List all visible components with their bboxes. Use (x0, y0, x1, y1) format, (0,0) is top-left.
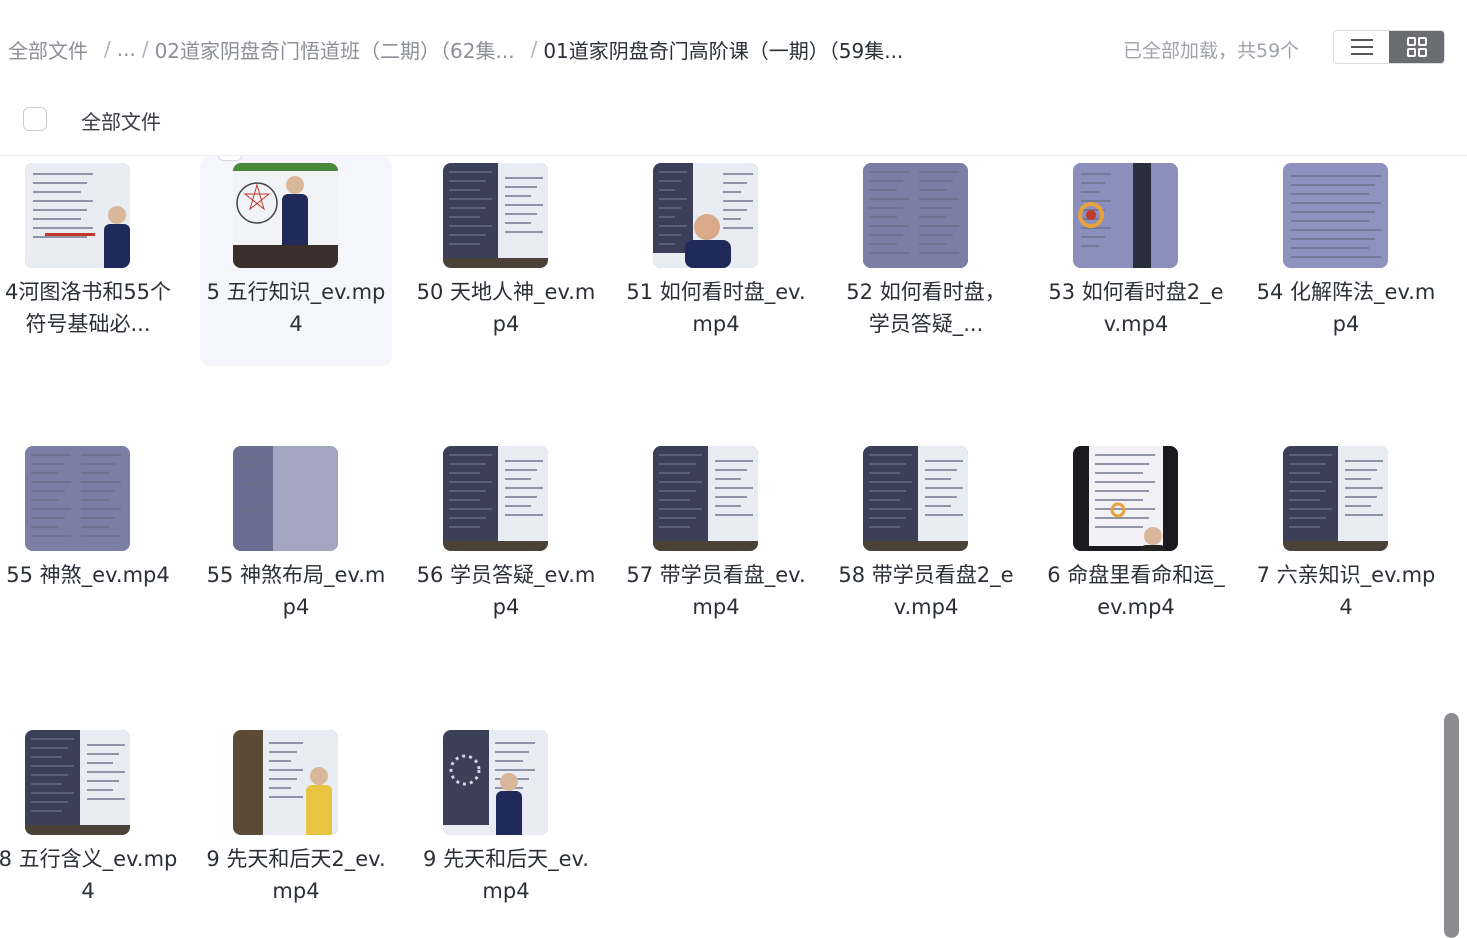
view-toggle (1333, 30, 1445, 64)
file-item[interactable]: 52 如何看时盘，学员答疑_... (830, 156, 1022, 366)
file-item[interactable]: 55 神煞布局_ev.mp4 (200, 439, 392, 649)
video-thumbnail[interactable] (1283, 163, 1388, 268)
scrollbar-thumb[interactable] (1444, 713, 1459, 938)
video-thumbnail[interactable] (1073, 163, 1178, 268)
file-name[interactable]: 6 命盘里看命和运_ev.mp4 (1046, 559, 1226, 623)
breadcrumb-item-ellipsis[interactable]: ... (117, 37, 136, 61)
file-name[interactable]: 53 如何看时盘2_ev.mp4 (1046, 276, 1226, 340)
file-name[interactable]: 51 如何看时盘_ev.mp4 (626, 276, 806, 340)
video-thumbnail[interactable] (1283, 446, 1388, 551)
video-thumbnail[interactable] (233, 163, 338, 268)
list-header (0, 84, 1467, 156)
breadcrumb-item-current: 01道家阴盘奇门高阶课（一期）（59集... (543, 38, 904, 63)
file-item[interactable]: 8 五行含义_ev.mp4 (0, 723, 184, 933)
file-name[interactable]: 57 带学员看盘_ev.mp4 (626, 559, 806, 623)
video-thumbnail[interactable] (233, 446, 338, 551)
video-thumbnail[interactable] (25, 730, 130, 835)
file-name[interactable]: 9 先天和后天_ev.mp4 (416, 843, 596, 907)
file-item[interactable]: 50 天地人神_ev.mp4 (410, 156, 602, 366)
breadcrumb: 全部文件 / ... / 02道家阴盘奇门悟道班（二期）（62集... / 01… (8, 34, 903, 64)
file-item[interactable]: 9 先天和后天2_ev.mp4 (200, 723, 392, 933)
file-item[interactable]: 5 五行知识_ev.mp4 (200, 156, 392, 366)
file-grid: 4河图洛书和55个符号基础必... 5 五行知识_ev.mp4 50 天地人神_ev… (0, 156, 1440, 938)
file-name[interactable]: 8 五行含义_ev.mp4 (0, 843, 178, 907)
breadcrumb-item-parent[interactable]: 02道家阴盘奇门悟道班（二期）（62集... (155, 35, 515, 64)
top-bar: 全部文件 / ... / 02道家阴盘奇门悟道班（二期）（62集... / 01… (0, 0, 1467, 85)
file-item[interactable]: 51 如何看时盘_ev.mp4 (620, 156, 812, 366)
video-thumbnail[interactable] (443, 163, 548, 268)
file-name[interactable]: 50 天地人神_ev.mp4 (416, 276, 596, 340)
file-item[interactable]: 9 先天和后天_ev.mp4 (410, 723, 602, 933)
file-name[interactable]: 54 化解阵法_ev.mp4 (1256, 276, 1436, 340)
file-item[interactable]: 55 神煞_ev.mp4 (0, 439, 184, 649)
load-status: 已全部加载，共59个 (1123, 40, 1300, 62)
list-icon (1350, 39, 1373, 55)
grid-view-button[interactable] (1389, 31, 1444, 63)
video-thumbnail[interactable] (233, 730, 338, 835)
video-thumbnail[interactable] (25, 446, 130, 551)
file-select-checkbox[interactable] (218, 156, 242, 161)
file-name[interactable]: 55 神煞布局_ev.mp4 (206, 559, 386, 623)
video-thumbnail[interactable] (25, 163, 130, 268)
list-header-label: 全部文件 (81, 110, 161, 134)
video-thumbnail[interactable] (1073, 446, 1178, 551)
file-item[interactable]: 57 带学员看盘_ev.mp4 (620, 439, 812, 649)
file-name[interactable]: 55 神煞_ev.mp4 (0, 559, 178, 591)
file-item[interactable]: 54 化解阵法_ev.mp4 (1250, 156, 1440, 366)
video-thumbnail[interactable] (443, 730, 548, 835)
video-thumbnail[interactable] (653, 446, 758, 551)
file-item[interactable]: 6 命盘里看命和运_ev.mp4 (1040, 439, 1232, 649)
select-all-checkbox[interactable] (23, 107, 47, 131)
file-item[interactable]: 58 带学员看盘2_ev.mp4 (830, 439, 1022, 649)
file-item[interactable]: 56 学员答疑_ev.mp4 (410, 439, 602, 649)
list-view-button[interactable] (1334, 31, 1389, 63)
file-name[interactable]: 7 六亲知识_ev.mp4 (1256, 559, 1436, 623)
file-item[interactable]: 7 六亲知识_ev.mp4 (1250, 439, 1440, 649)
file-name[interactable]: 58 带学员看盘2_ev.mp4 (836, 559, 1016, 623)
breadcrumb-separator: / (530, 37, 538, 61)
video-thumbnail[interactable] (863, 163, 968, 268)
file-item[interactable]: 53 如何看时盘2_ev.mp4 (1040, 156, 1232, 366)
breadcrumb-item-root[interactable]: 全部文件 (8, 35, 88, 64)
file-name[interactable]: 56 学员答疑_ev.mp4 (416, 559, 596, 623)
file-name[interactable]: 9 先天和后天2_ev.mp4 (206, 843, 386, 907)
file-name[interactable]: 5 五行知识_ev.mp4 (206, 276, 386, 340)
file-item[interactable]: 4河图洛书和55个符号基础必... (0, 156, 184, 366)
file-name[interactable]: 4河图洛书和55个符号基础必... (0, 276, 178, 340)
file-name[interactable]: 52 如何看时盘，学员答疑_... (836, 276, 1016, 340)
breadcrumb-separator: / (141, 37, 149, 61)
grid-icon (1406, 37, 1427, 57)
video-thumbnail[interactable] (443, 446, 548, 551)
video-thumbnail[interactable] (653, 163, 758, 268)
video-thumbnail[interactable] (863, 446, 968, 551)
breadcrumb-separator: / (104, 37, 111, 61)
